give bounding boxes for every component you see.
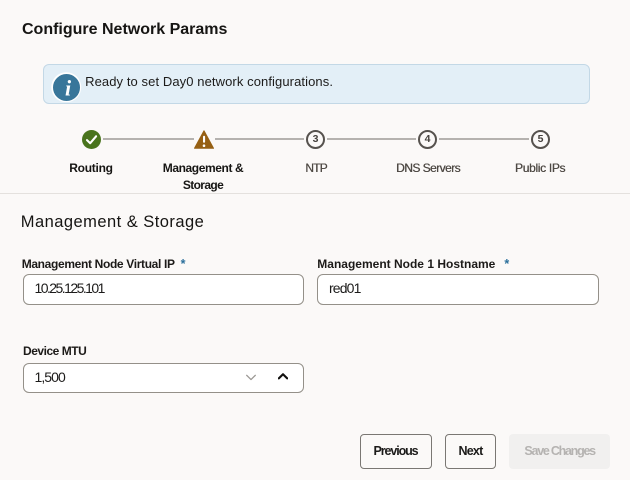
svg-text:i: i [65, 75, 72, 100]
